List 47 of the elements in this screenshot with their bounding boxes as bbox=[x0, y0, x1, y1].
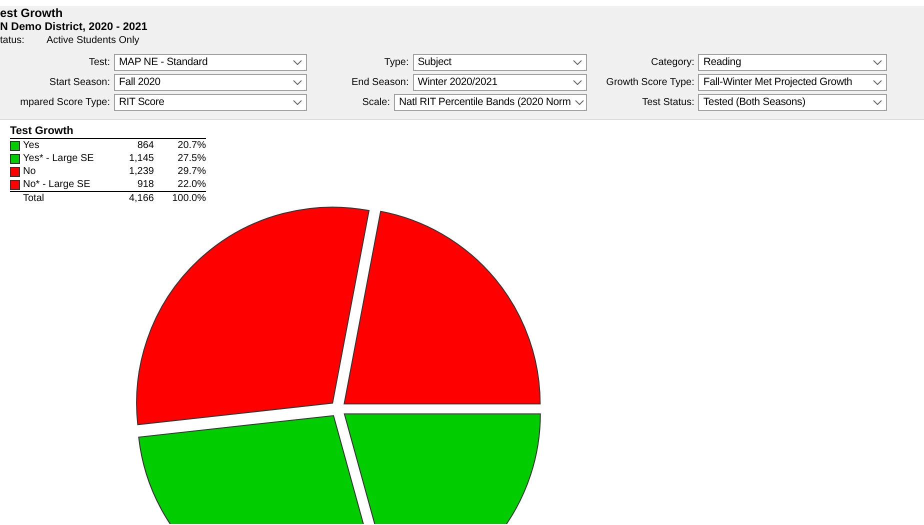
chevron-down-icon bbox=[873, 100, 882, 105]
dropdown[interactable]: Tested (Both Seasons) bbox=[698, 94, 887, 111]
chevron-down-icon bbox=[293, 80, 302, 85]
chevron-down-icon bbox=[293, 60, 302, 65]
dropdown[interactable]: Fall 2020 bbox=[114, 74, 307, 91]
filter-label: Scale: bbox=[361, 96, 390, 110]
legend-count: 918 bbox=[136, 178, 154, 192]
chevron-down-icon bbox=[573, 60, 582, 65]
dropdown[interactable]: RIT Score bbox=[114, 94, 307, 111]
status-value: Active Students Only bbox=[46, 34, 140, 48]
dropdown[interactable]: MAP NE - Standard bbox=[114, 54, 307, 71]
filter-label: Test Status: bbox=[641, 96, 694, 110]
legend-percent: 20.7% bbox=[176, 139, 206, 153]
dropdown[interactable]: Fall-Winter Met Projected Growth bbox=[698, 74, 887, 91]
dropdown[interactable]: Subject bbox=[412, 54, 587, 71]
legend-count: 1,239 bbox=[128, 165, 154, 179]
dropdown[interactable]: Reading bbox=[698, 54, 887, 71]
filter-label: Category: bbox=[650, 56, 694, 70]
filter-label: Test: bbox=[88, 56, 110, 70]
total-count: 4,166 bbox=[128, 192, 154, 206]
legend-percent: 27.5% bbox=[176, 152, 206, 166]
chevron-down-icon bbox=[293, 100, 302, 105]
legend-label: Yes bbox=[23, 139, 40, 153]
legend-label: Yes* - Large SE bbox=[23, 152, 95, 166]
filter-label: mpared Score Type: bbox=[19, 96, 110, 110]
chevron-down-icon bbox=[574, 100, 584, 105]
legend-label: No bbox=[23, 165, 37, 179]
legend-label: No* - Large SE bbox=[23, 178, 92, 192]
report-subtitle: N Demo District, 2020 - 2021 bbox=[0, 21, 148, 34]
total-percent: 100.0% bbox=[171, 192, 206, 206]
legend-count: 864 bbox=[136, 139, 154, 153]
filter-label: Type: bbox=[383, 56, 409, 70]
legend-percent: 29.7% bbox=[176, 165, 206, 179]
report-title: est Growth bbox=[0, 6, 64, 21]
legend-title: Test Growth bbox=[10, 124, 206, 139]
dropdown[interactable]: Winter 2020/2021 bbox=[412, 74, 587, 91]
chevron-down-icon bbox=[573, 80, 582, 85]
legend-percent: 22.0% bbox=[176, 178, 206, 192]
dropdown[interactable]: Natl RIT Percentile Bands (2020 Norm bbox=[394, 94, 587, 111]
filter-label: Start Season: bbox=[48, 76, 110, 90]
filter-label: End Season: bbox=[350, 76, 409, 90]
filter-label: Growth Score Type: bbox=[605, 76, 694, 90]
legend-count: 1,145 bbox=[128, 152, 154, 166]
chevron-down-icon bbox=[873, 60, 882, 65]
chevron-down-icon bbox=[873, 80, 882, 85]
status-label: tatus: bbox=[0, 34, 24, 48]
total-label: Total bbox=[23, 192, 46, 206]
